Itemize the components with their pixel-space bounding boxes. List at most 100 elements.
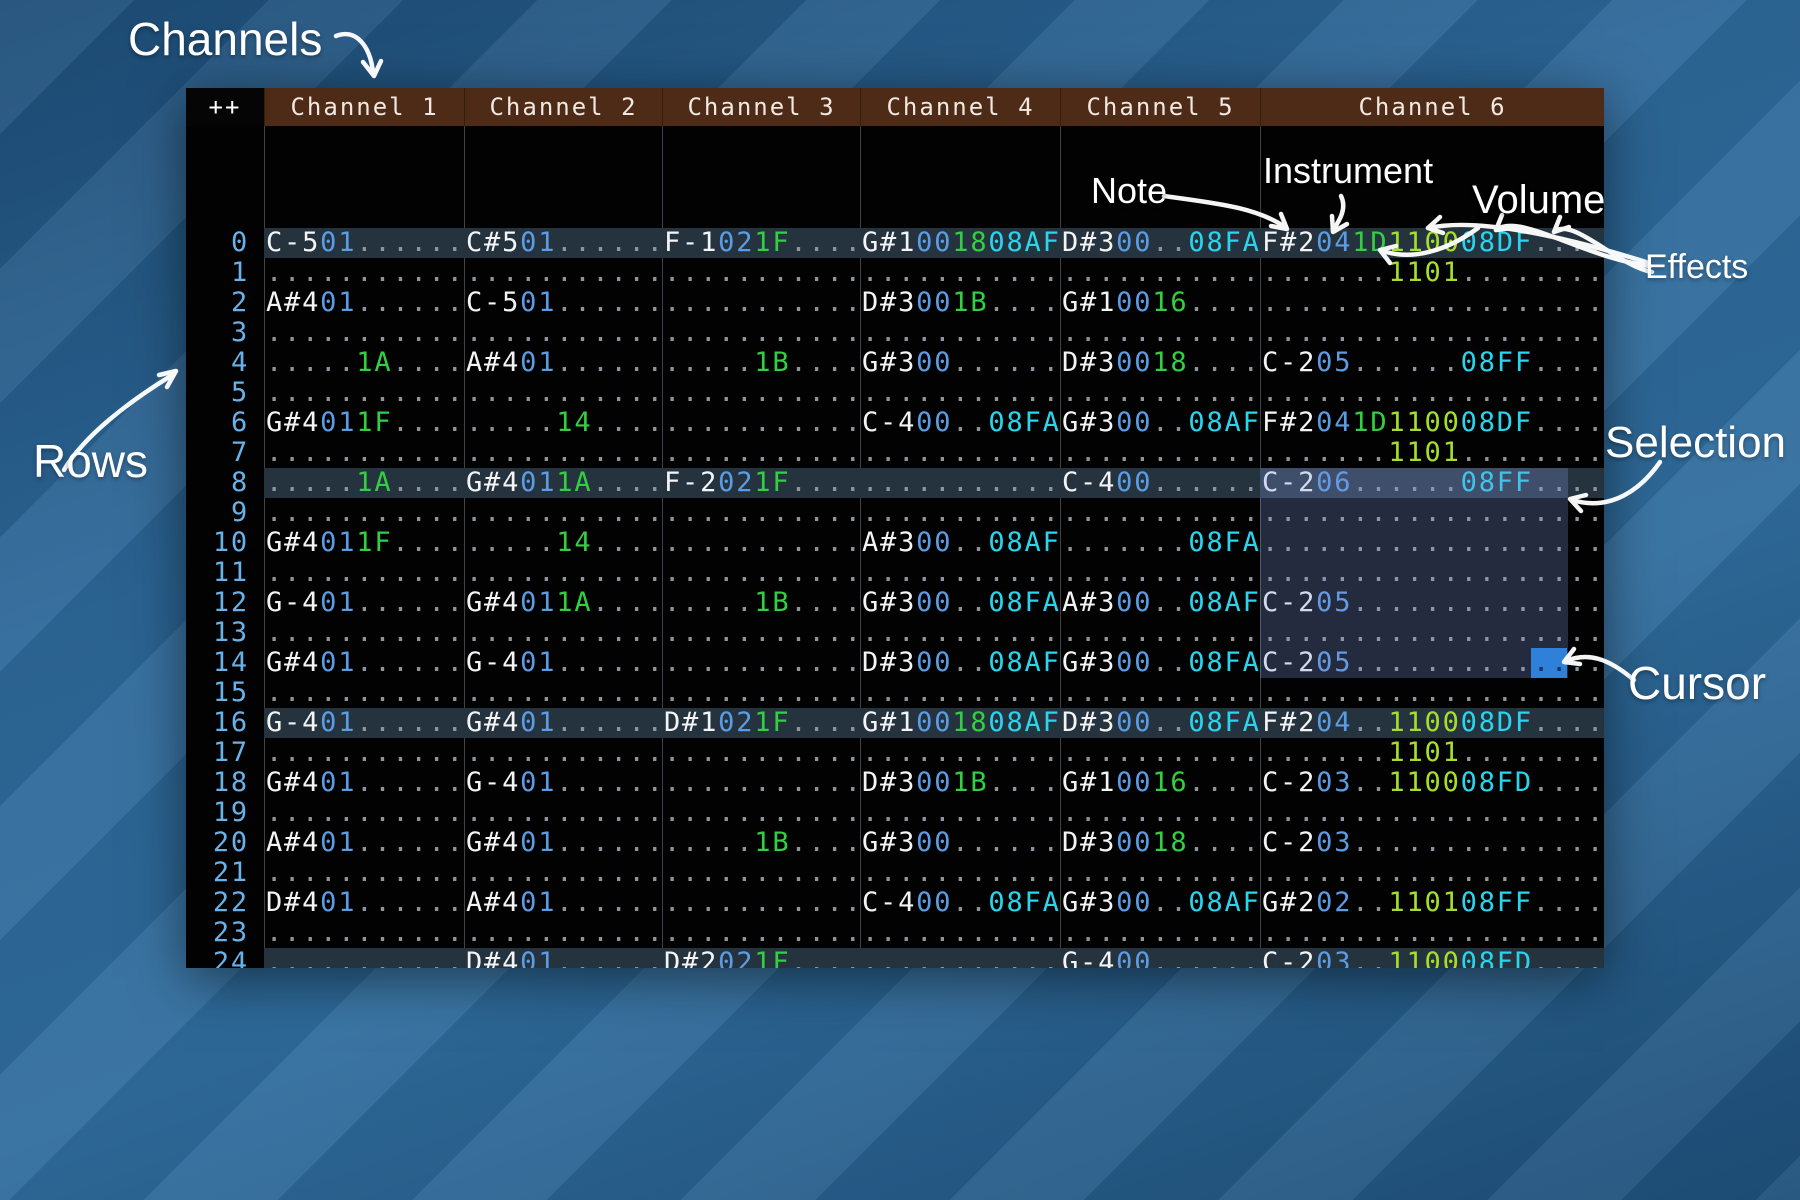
pattern-cell-ch1[interactable]: G-401...... (264, 708, 464, 738)
pattern-cell-ch1[interactable]: ........... (264, 948, 464, 968)
pattern-cell-ch2[interactable]: ........... (464, 618, 662, 648)
pattern-cell-ch2[interactable]: ........... (464, 798, 662, 828)
pattern-cell-ch1[interactable]: ........... (264, 438, 464, 468)
pattern-cell-ch5[interactable]: G-400...... (1060, 948, 1260, 968)
pattern-cell-ch1[interactable]: .....1A.... (264, 468, 464, 498)
pattern-cell-ch2[interactable]: G#401...... (464, 708, 662, 738)
pattern-cell-ch5[interactable]: ........... (1060, 378, 1260, 408)
pattern-cell-ch2[interactable]: G-401...... (464, 768, 662, 798)
pattern-cell-ch6[interactable]: ................... (1260, 318, 1604, 348)
pattern-cell-ch3[interactable]: D#1021F.... (662, 708, 860, 738)
pattern-cell-ch4[interactable]: ........... (860, 948, 1060, 968)
pattern-cell-ch2[interactable]: C#501...... (464, 228, 662, 258)
pattern-cell-ch5[interactable]: ........... (1060, 918, 1260, 948)
pattern-cell-ch6[interactable]: G#202..110108FF.... (1260, 888, 1604, 918)
pattern-cell-ch3[interactable]: ........... (662, 678, 860, 708)
pattern-cell-ch5[interactable]: ........... (1060, 558, 1260, 588)
pattern-cell-ch1[interactable]: ........... (264, 318, 464, 348)
pattern-cell-ch2[interactable]: ........... (464, 918, 662, 948)
pattern-cell-ch2[interactable]: ........... (464, 678, 662, 708)
pattern-cell-ch4[interactable]: A#300..08AF (860, 528, 1060, 558)
pattern-cell-ch5[interactable]: G#10016.... (1060, 288, 1260, 318)
pattern-cell-ch5[interactable]: ........... (1060, 618, 1260, 648)
pattern-cell-ch2[interactable]: A#401...... (464, 888, 662, 918)
pattern-cell-ch2[interactable]: .....14.... (464, 408, 662, 438)
pattern-cell-ch4[interactable]: G#300...... (860, 828, 1060, 858)
pattern-cell-ch6[interactable]: ................... (1260, 678, 1604, 708)
pattern-cell-ch5[interactable]: A#300..08AF (1060, 588, 1260, 618)
pattern-cell-ch2[interactable]: .....14.... (464, 528, 662, 558)
pattern-cell-ch5[interactable]: ........... (1060, 678, 1260, 708)
pattern-cell-ch1[interactable]: A#401...... (264, 828, 464, 858)
pattern-cell-ch1[interactable]: .....1A.... (264, 348, 464, 378)
pattern-cell-ch5[interactable]: C-400...... (1060, 468, 1260, 498)
pattern-cell-ch2[interactable]: A#401...... (464, 348, 662, 378)
pattern-cell-ch6[interactable]: C-203..110008FD.... (1260, 948, 1604, 968)
pattern-cell-ch4[interactable]: G#300..08FA (860, 588, 1060, 618)
pattern-cell-ch5[interactable]: D#300..08FA (1060, 228, 1260, 258)
edit-cursor[interactable]: .. (1531, 648, 1567, 678)
pattern-cell-ch3[interactable]: F-2021F.... (662, 468, 860, 498)
pattern-cell-ch1[interactable]: ........... (264, 558, 464, 588)
pattern-cell-ch1[interactable]: G#401...... (264, 648, 464, 678)
selection-overlay[interactable] (1260, 468, 1568, 678)
pattern-cell-ch3[interactable]: .....1B.... (662, 588, 860, 618)
pattern-cell-ch5[interactable]: ........... (1060, 858, 1260, 888)
pattern-cell-ch6[interactable]: F#204..110008DF.... (1260, 708, 1604, 738)
pattern-cell-ch3[interactable]: ........... (662, 738, 860, 768)
pattern-cell-ch5[interactable]: ........... (1060, 258, 1260, 288)
pattern-cell-ch4[interactable]: ........... (860, 318, 1060, 348)
pattern-cell-ch4[interactable]: ........... (860, 258, 1060, 288)
pattern-cell-ch4[interactable]: ........... (860, 738, 1060, 768)
pattern-cell-ch4[interactable]: ........... (860, 618, 1060, 648)
pattern-cell-ch1[interactable]: ........... (264, 258, 464, 288)
pattern-cell-ch2[interactable]: G#401...... (464, 828, 662, 858)
pattern-cell-ch1[interactable]: ........... (264, 378, 464, 408)
pattern-cell-ch3[interactable]: ........... (662, 768, 860, 798)
pattern-cell-ch6[interactable]: C-203..110008FD.... (1260, 768, 1604, 798)
pattern-cell-ch2[interactable]: ........... (464, 258, 662, 288)
pattern-cell-ch3[interactable]: ........... (662, 918, 860, 948)
pattern-cell-ch2[interactable]: ........... (464, 378, 662, 408)
pattern-cell-ch1[interactable]: ........... (264, 678, 464, 708)
channel-header-6[interactable]: Channel 6 (1260, 88, 1604, 126)
pattern-cell-ch1[interactable]: ........... (264, 498, 464, 528)
channel-header-2[interactable]: Channel 2 (464, 88, 662, 126)
pattern-cell-ch1[interactable]: ........... (264, 618, 464, 648)
pattern-cell-ch4[interactable]: D#3001B.... (860, 768, 1060, 798)
pattern-cell-ch3[interactable]: ........... (662, 618, 860, 648)
pattern-cell-ch3[interactable]: ........... (662, 888, 860, 918)
pattern-cell-ch6[interactable]: .......1101........ (1260, 258, 1604, 288)
pattern-cell-ch4[interactable]: ........... (860, 558, 1060, 588)
pattern-cell-ch5[interactable]: ........... (1060, 738, 1260, 768)
pattern-cell-ch4[interactable]: ........... (860, 858, 1060, 888)
pattern-cell-ch3[interactable]: ........... (662, 498, 860, 528)
pattern-cell-ch6[interactable]: F#2041D110008DF.... (1260, 228, 1604, 258)
channel-header-4[interactable]: Channel 4 (860, 88, 1060, 126)
pattern-cell-ch5[interactable]: D#300..08FA (1060, 708, 1260, 738)
pattern-cell-ch4[interactable]: ........... (860, 378, 1060, 408)
pattern-cell-ch3[interactable]: ........... (662, 798, 860, 828)
pattern-cell-ch4[interactable]: ........... (860, 918, 1060, 948)
pattern-cell-ch2[interactable]: ........... (464, 498, 662, 528)
pattern-cell-ch6[interactable]: C-205......08FF.... (1260, 348, 1604, 378)
pattern-cell-ch1[interactable]: G#4011F.... (264, 408, 464, 438)
pattern-cell-ch4[interactable]: D#300..08AF (860, 648, 1060, 678)
pattern-cell-ch4[interactable]: ........... (860, 498, 1060, 528)
pattern-cell-ch1[interactable]: ........... (264, 738, 464, 768)
pattern-cell-ch6[interactable]: ................... (1260, 798, 1604, 828)
pattern-cell-ch5[interactable]: ........... (1060, 798, 1260, 828)
pattern-cell-ch1[interactable]: G#4011F.... (264, 528, 464, 558)
pattern-cell-ch6[interactable]: .......1101........ (1260, 738, 1604, 768)
pattern-cell-ch2[interactable]: ........... (464, 558, 662, 588)
pattern-cell-ch6[interactable]: F#2041D110008DF.... (1260, 408, 1604, 438)
pattern-cell-ch3[interactable]: ........... (662, 378, 860, 408)
pattern-cell-ch2[interactable]: C-501...... (464, 288, 662, 318)
pattern-cell-ch1[interactable]: A#401...... (264, 288, 464, 318)
pattern-cell-ch2[interactable]: G-401...... (464, 648, 662, 678)
pattern-cell-ch4[interactable]: G#1001808AF (860, 708, 1060, 738)
pattern-cell-ch6[interactable]: .......1101........ (1260, 438, 1604, 468)
pattern-cell-ch6[interactable]: ................... (1260, 288, 1604, 318)
pattern-cell-ch5[interactable]: G#300..08FA (1060, 648, 1260, 678)
pattern-cell-ch6[interactable]: C-203.............. (1260, 828, 1604, 858)
